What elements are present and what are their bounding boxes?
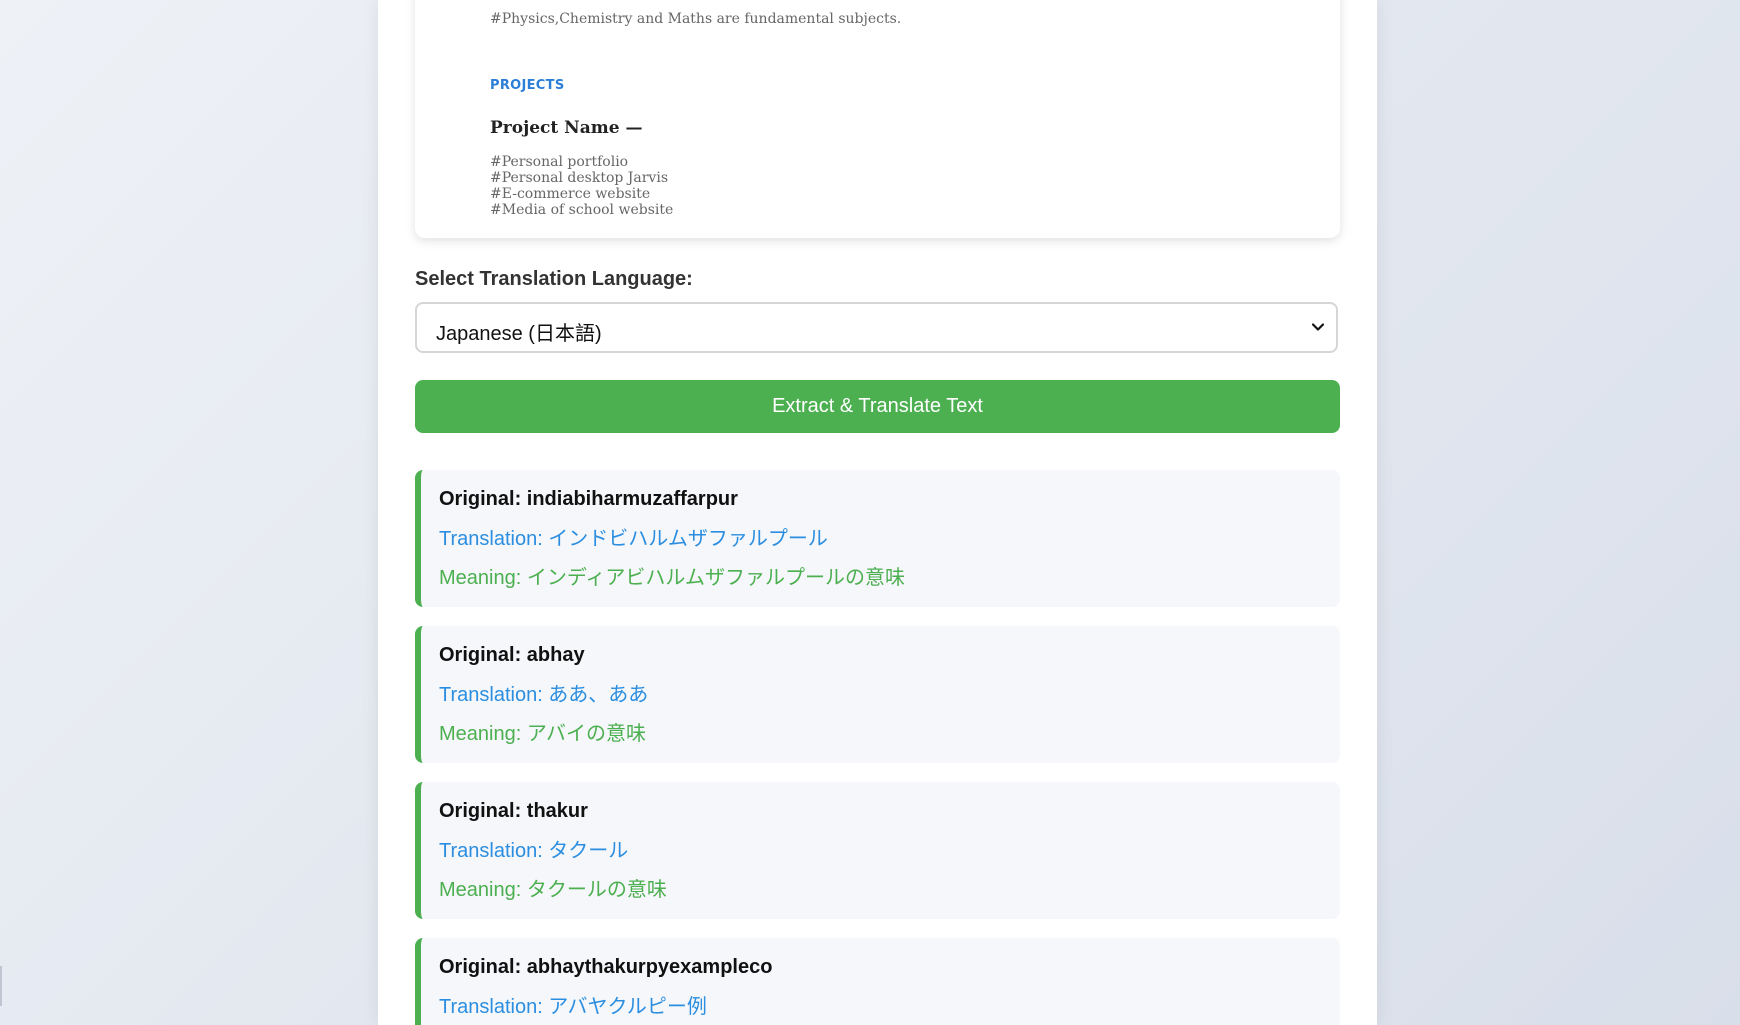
subjects-text: #Physics,Chemistry and Maths are fundame…	[490, 11, 902, 27]
result-translation: Translation: ああ、ああ	[439, 684, 649, 706]
project-item: #E-commerce website	[490, 186, 651, 202]
main-container: #Physics,Chemistry and Maths are fundame…	[378, 0, 1377, 1025]
window-edge-marker	[0, 966, 2, 1006]
project-name-label: Project Name —	[490, 118, 643, 138]
result-original: Original: abhay	[439, 644, 585, 666]
extract-translate-button[interactable]: Extract & Translate Text	[415, 380, 1340, 433]
result-translation: Translation: アバヤクルピー例	[439, 996, 707, 1018]
project-list: #Personal portfolio #Personal desktop Ja…	[490, 154, 673, 218]
resume-preview-card: #Physics,Chemistry and Maths are fundame…	[415, 0, 1340, 238]
result-card: Original: abhay Translation: ああ、ああ Meani…	[415, 626, 1340, 763]
projects-heading: PROJECTS	[490, 78, 565, 93]
result-meaning: Meaning: タクールの意味	[439, 879, 667, 901]
result-meaning: Meaning: アバイの意味	[439, 723, 647, 745]
project-item: #Media of school website	[490, 202, 674, 218]
result-original: Original: indiabiharmuzaffarpur	[439, 488, 738, 510]
result-meaning: Meaning: インディアビハルムザファルプールの意味	[439, 567, 906, 589]
language-select-label: Select Translation Language:	[415, 268, 693, 290]
result-card: Original: thakur Translation: タクール Meani…	[415, 782, 1340, 919]
result-original: Original: abhaythakurpyexampleco	[439, 956, 773, 978]
language-select[interactable]: Japanese (日本語)	[415, 302, 1338, 353]
result-card: Original: indiabiharmuzaffarpur Translat…	[415, 470, 1340, 607]
language-select-value: Japanese (日本語)	[436, 323, 602, 345]
result-translation: Translation: タクール	[439, 840, 629, 862]
project-item: #Personal desktop Jarvis	[490, 170, 669, 186]
result-translation: Translation: インドビハルムザファルプール	[439, 528, 828, 550]
project-item: #Personal portfolio	[490, 154, 629, 170]
chevron-down-icon	[1311, 323, 1325, 331]
result-original: Original: thakur	[439, 800, 588, 822]
result-card: Original: abhaythakurpyexampleco Transla…	[415, 938, 1340, 1025]
